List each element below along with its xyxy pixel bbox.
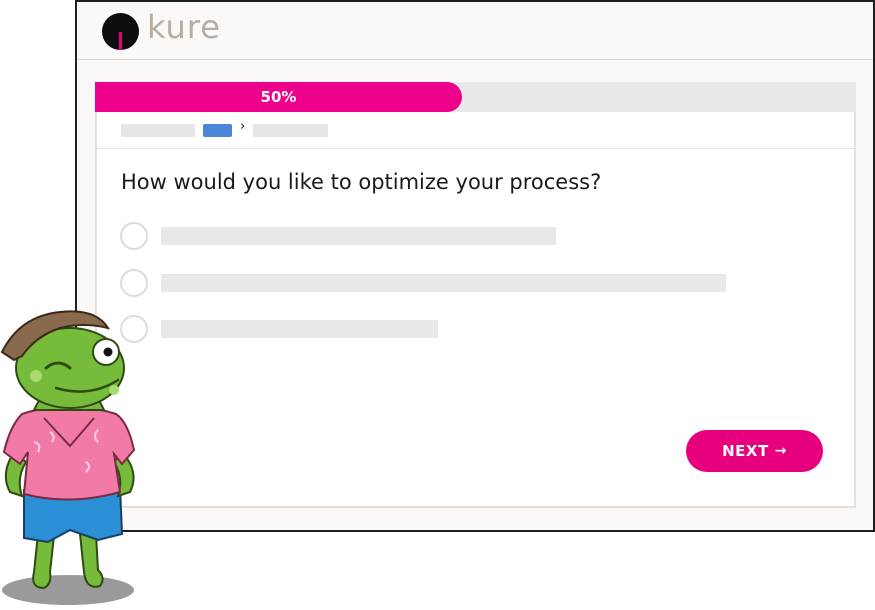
breadcrumb-item-active[interactable] [203,124,232,137]
radio-button[interactable] [120,222,148,250]
answer-option[interactable] [120,222,820,252]
breadcrumb: › [121,119,421,138]
breadcrumb-item-placeholder[interactable] [253,124,328,137]
answer-option[interactable] [120,315,820,345]
arrow-right-icon: → [774,443,787,459]
app-header: kure [77,2,873,60]
progress-fill: 50% [95,82,462,112]
next-button[interactable]: NEXT → [686,430,823,472]
breadcrumb-item-placeholder[interactable] [121,124,195,137]
divider [97,148,854,149]
logo-text: kure [147,8,221,46]
progress-bar: 50% [95,82,856,112]
page: kure 50% › How would you like to optimiz… [0,0,875,610]
next-button-label: NEXT [722,442,769,460]
radio-button[interactable] [120,269,148,297]
question-card: 50% › How would you like to optimize you… [95,82,856,508]
progress-label: 50% [260,88,297,106]
answer-option[interactable] [120,269,820,299]
frog-mascot-icon [0,310,136,605]
question-title: How would you like to optimize your proc… [121,170,602,194]
answer-option-label-placeholder [161,227,556,245]
answer-option-label-placeholder [161,320,438,338]
chevron-right-icon: › [240,119,246,134]
app-window: kure 50% › How would you like to optimiz… [75,0,875,532]
logo-icon [102,13,139,50]
answer-option-label-placeholder [161,274,726,292]
